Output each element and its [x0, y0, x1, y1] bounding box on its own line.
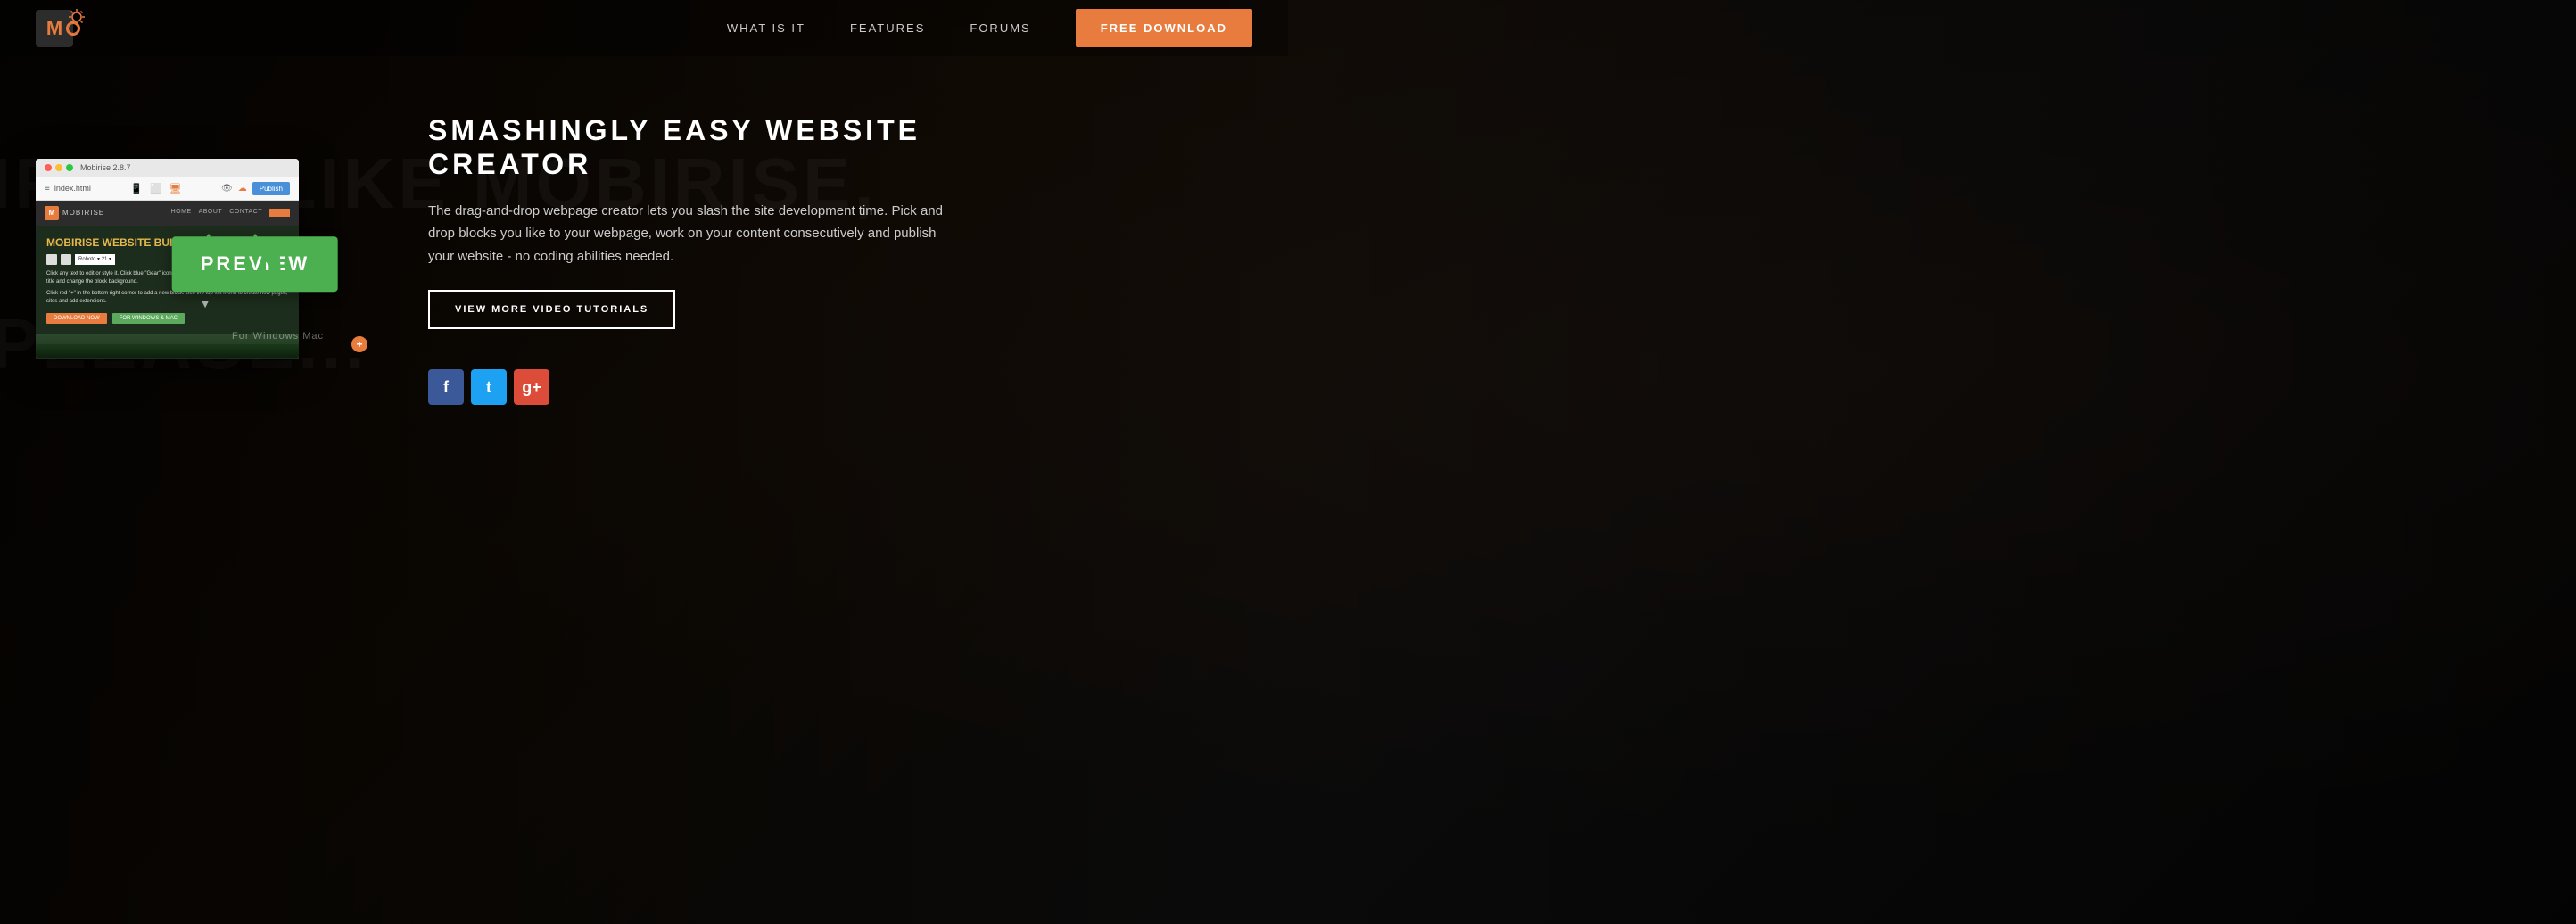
main-description: The drag-and-drop webpage creator lets y… [428, 200, 945, 268]
mobile-icon[interactable]: 📱 [130, 183, 143, 194]
twitter-icon[interactable]: t [471, 369, 507, 405]
main-title: SMASHINGLY EASY WEBSITE CREATOR [428, 113, 1234, 182]
app-nav-items: HOME ABOUT CONTACT CTA [171, 209, 290, 217]
file-name: index.html [54, 184, 91, 193]
eye-icon[interactable]: 👁 [221, 184, 233, 194]
logo-icon: M [36, 10, 73, 47]
free-download-button[interactable]: FREE DOWNLOAD [1076, 9, 1252, 47]
app-nav-cta: CTA [269, 209, 290, 217]
logo[interactable]: M [36, 10, 73, 47]
platform-text: For Windows Mac [232, 331, 324, 342]
arrows-container [174, 230, 290, 297]
publish-button[interactable]: Publish [252, 182, 290, 195]
titlebar-controls [45, 164, 73, 171]
app-screenshot-wrapper: Mobirise 2.8.7 ≡ index.html 📱 ⬜ 🖥 👁 ☁ Pu… [36, 159, 375, 359]
tablet-icon[interactable]: ⬜ [150, 183, 162, 194]
googleplus-icon[interactable]: g+ [514, 369, 549, 405]
cloud-icon: ☁ [238, 184, 247, 194]
close-dot[interactable] [45, 164, 52, 171]
app-nav-about: ABOUT [199, 209, 223, 217]
nav-link-forums[interactable]: FORUMS [970, 21, 1030, 35]
facebook-icon[interactable]: f [428, 369, 464, 405]
app-nav-home: HOME [171, 209, 192, 217]
toolbar-left: ≡ index.html [45, 184, 91, 194]
app-title: Mobirise 2.8.7 [80, 163, 131, 172]
app-nav-contact: CONTACT [229, 209, 262, 217]
main-content: Mobirise 2.8.7 ≡ index.html 📱 ⬜ 🖥 👁 ☁ Pu… [0, 56, 1288, 462]
mini-btn-2[interactable] [61, 254, 71, 265]
app-hero-buttons: DOWNLOAD NOW FOR WINDOWS & MAC [46, 313, 288, 324]
mini-btn-1[interactable] [46, 254, 57, 265]
minimize-dot[interactable] [55, 164, 62, 171]
scroll-down-arrow[interactable]: ▼ [199, 296, 211, 310]
maximize-dot[interactable] [66, 164, 73, 171]
video-tutorials-button[interactable]: VIEW MORE VIDEO TUTORIALS [428, 290, 675, 329]
font-selector[interactable]: Roboto ▾ 21 ▾ [75, 254, 115, 265]
app-download-button[interactable]: DOWNLOAD NOW [46, 313, 107, 324]
app-titlebar: Mobirise 2.8.7 [36, 159, 299, 177]
nav-link-features[interactable]: FEATURES [850, 21, 925, 35]
nav-links: WHAT IS IT FEATURES FORUMS FREE DOWNLOAD [727, 9, 1252, 47]
nav-link-what-is-it[interactable]: WHAT IS IT [727, 21, 805, 35]
toolbar-center: 📱 ⬜ 🖥 [130, 183, 181, 194]
app-logo-mini: M [45, 206, 59, 220]
app-toolbar: ≡ index.html 📱 ⬜ 🖥 👁 ☁ Publish [36, 177, 299, 201]
app-inner-nav: M MOBIRISE HOME ABOUT CONTACT CTA [36, 201, 299, 226]
desktop-icon[interactable]: 🖥 [169, 183, 182, 194]
app-brand-name: MOBIRISE [62, 209, 104, 217]
toolbar-right: 👁 ☁ Publish [221, 182, 290, 195]
right-content: SMASHINGLY EASY WEBSITE CREATOR The drag… [375, 113, 1252, 405]
app-windows-button[interactable]: FOR WINDOWS & MAC [112, 313, 185, 324]
navbar: M WHAT IS IT FEATURES FORUMS FREE DOWNLO… [0, 0, 1288, 56]
arrows-svg [174, 230, 290, 293]
social-icons: f t g+ [428, 369, 1234, 405]
hamburger-icon[interactable]: ≡ [45, 184, 50, 194]
